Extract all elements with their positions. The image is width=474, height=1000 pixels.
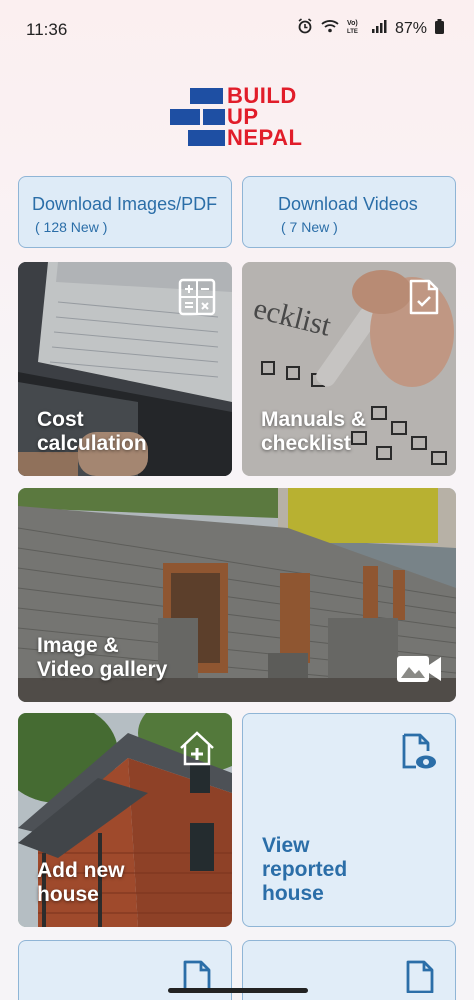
view-reported-house-card[interactable]: View reported house (242, 713, 456, 927)
download-images-count: ( 128 New ) (35, 219, 108, 235)
cost-label-line-2: calculation (37, 432, 147, 455)
logo-line-2: UP (227, 104, 259, 129)
battery-percent: 87% (394, 19, 427, 37)
house-plus-icon (180, 731, 214, 766)
status-time: 11:36 (26, 20, 68, 39)
download-videos-count: ( 7 New ) (281, 219, 338, 235)
download-videos-button[interactable]: Download Videos ( 7 New ) (242, 176, 456, 248)
download-videos-title: Download Videos (278, 194, 418, 214)
view-reported-house-label: View reported house (262, 834, 347, 906)
manuals-checklist-label: Manuals & checklist (261, 408, 366, 456)
manuals-checklist-card[interactable]: ecklist Manuals & checklist (242, 262, 456, 476)
cost-calculation-card[interactable]: Cost calculation (18, 262, 232, 476)
document-view-icon (402, 733, 436, 769)
view-reported-label-line-2: reported (262, 858, 348, 881)
wifi-icon (321, 19, 339, 38)
add-house-label-line-1: Add new (37, 859, 125, 882)
gallery-label-line-2: Video gallery (37, 658, 168, 681)
battery-icon (435, 18, 444, 39)
download-images-button[interactable]: Download Images/PDF ( 128 New ) (18, 176, 232, 248)
image-video-gallery-card[interactable]: Image & Video gallery (18, 488, 456, 702)
add-new-house-card[interactable]: Add new house (18, 713, 232, 927)
alarm-icon (297, 18, 313, 39)
logo-wordmark: BUILD UP NEPAL (227, 83, 303, 150)
manuals-label-line-2: checklist (261, 432, 351, 455)
cost-calculation-label: Cost calculation (37, 408, 147, 456)
status-bar: 11:36 Vo) LTE 87% (0, 0, 474, 62)
volte-icon: Vo) LTE (347, 18, 363, 39)
home-indicator[interactable] (168, 988, 308, 993)
gallery-label-line-1: Image & (37, 634, 119, 657)
svg-text:LTE: LTE (347, 29, 358, 34)
manuals-label-line-1: Manuals & (261, 408, 367, 431)
video-camera-icon (397, 656, 441, 682)
view-reported-label-line-1: View (262, 834, 310, 857)
signal-icon (371, 19, 387, 38)
gallery-label: Image & Video gallery (37, 634, 167, 682)
build-up-nepal-logo: BUILD UP NEPAL (168, 84, 308, 154)
add-new-house-label: Add new house (37, 859, 125, 907)
status-icons: Vo) LTE 87% (297, 18, 444, 39)
calculator-icon (178, 278, 216, 316)
document-check-icon (409, 279, 439, 315)
add-house-label-line-2: house (37, 883, 99, 906)
download-images-title: Download Images/PDF (32, 194, 218, 214)
logo-line-1: BUILD (227, 83, 297, 108)
view-reported-label-line-3: house (262, 882, 324, 905)
cost-label-line-1: Cost (37, 408, 84, 431)
svg-text:Vo): Vo) (347, 20, 358, 27)
brick-logo-icon (170, 88, 225, 146)
document-icon (406, 960, 434, 993)
logo-line-3: NEPAL (227, 125, 303, 150)
